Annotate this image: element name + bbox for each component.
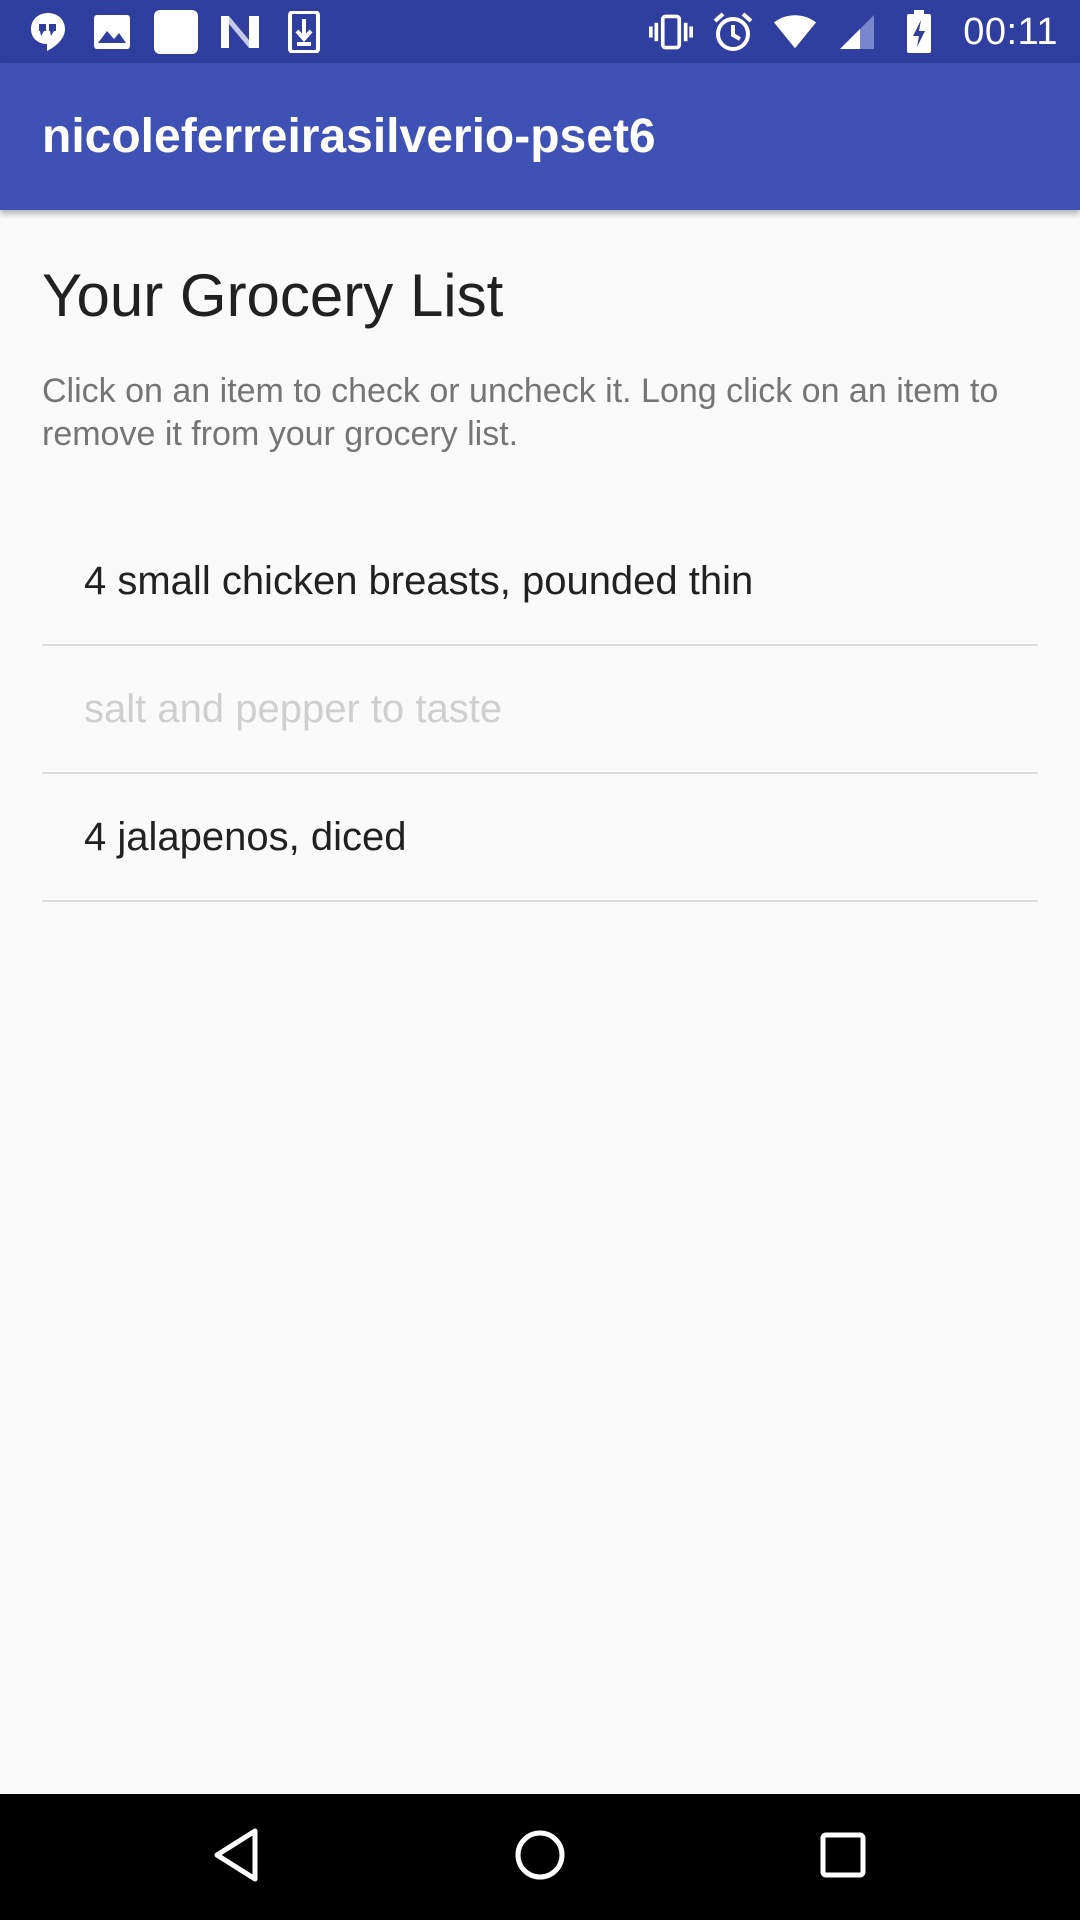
blank-notification-icon: [154, 10, 198, 54]
download-icon: [282, 10, 326, 54]
grocery-list: 4 small chicken breasts, pounded thin sa…: [42, 518, 1038, 902]
recents-icon: [819, 1831, 867, 1884]
notification-icons: [26, 8, 326, 56]
list-item[interactable]: salt and pepper to taste: [42, 646, 1038, 774]
image-icon: [90, 10, 134, 54]
home-icon: [513, 1828, 567, 1887]
alarm-icon: [711, 10, 755, 54]
home-button[interactable]: [477, 1794, 603, 1920]
n-app-icon: [218, 10, 262, 54]
app-bar: nicoleferreirasilverio-pset6: [0, 63, 1080, 210]
main-content: Your Grocery List Click on an item to ch…: [0, 210, 1080, 1794]
wifi-icon: [773, 10, 817, 54]
list-item[interactable]: 4 jalapenos, diced: [42, 774, 1038, 902]
navigation-bar: [0, 1794, 1080, 1920]
system-icons: 00:11: [649, 8, 1058, 56]
hangouts-icon: [26, 10, 70, 54]
app-title: nicoleferreirasilverio-pset6: [42, 110, 656, 163]
list-item[interactable]: 4 small chicken breasts, pounded thin: [42, 518, 1038, 646]
back-button[interactable]: [173, 1794, 299, 1920]
vibrate-icon: [649, 10, 694, 54]
screen: 00:11 nicoleferreirasilverio-pset6 Your …: [0, 0, 1080, 1920]
back-icon: [211, 1827, 261, 1888]
page-title: Your Grocery List: [42, 262, 504, 329]
status-clock: 00:11: [963, 10, 1058, 53]
cell-signal-icon: [835, 10, 879, 54]
recents-button[interactable]: [780, 1794, 906, 1920]
battery-charging-icon: [897, 10, 941, 54]
instructions-text: Click on an item to check or uncheck it.…: [42, 372, 999, 453]
status-bar: 00:11: [0, 0, 1080, 63]
